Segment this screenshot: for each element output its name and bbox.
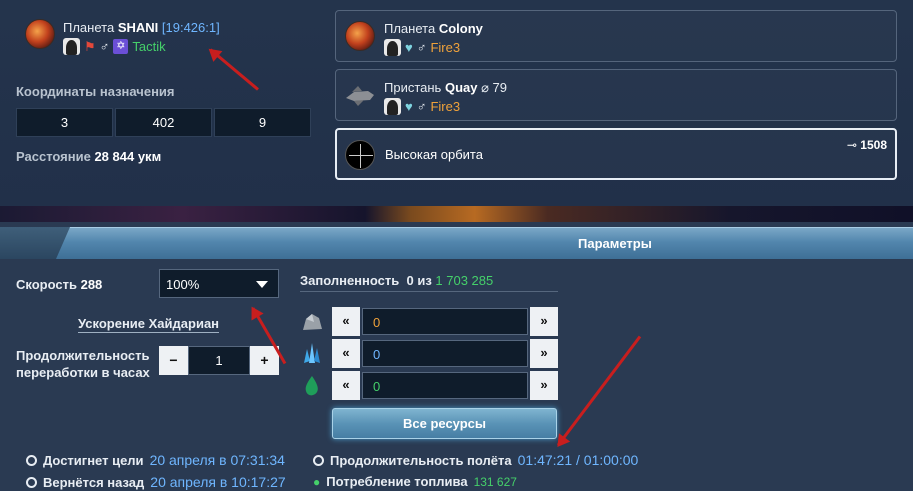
deuterium-max-button[interactable]: » <box>530 371 558 400</box>
crystal-input[interactable]: 0 <box>362 340 528 367</box>
star-icon: ✡ <box>113 39 129 54</box>
chevron-down-icon <box>256 281 268 288</box>
crystal-icon <box>304 343 320 363</box>
params-header-bar <box>0 227 913 259</box>
target-planet-title: Планета Colony <box>384 21 483 36</box>
male-icon: ♂ <box>416 40 427 55</box>
metal-icon <box>303 314 322 330</box>
arrival-label: Достигнет цели <box>43 453 144 468</box>
return-label: Вернётся назад <box>43 475 145 490</box>
clock-icon <box>26 477 37 488</box>
ship-icon <box>346 86 374 106</box>
player-avatar-icon[interactable] <box>63 38 80 55</box>
target-orbit-name: Высокая орбита <box>385 147 483 162</box>
return-row: Вернётся назад 20 апреля в 10:17:27 <box>26 474 286 490</box>
player-avatar-icon <box>384 98 401 115</box>
fuel-drop-icon: ● <box>313 475 321 489</box>
metal-min-button[interactable]: « <box>332 307 360 336</box>
deuterium-min-button[interactable]: « <box>332 371 360 400</box>
player-avatar-icon <box>384 39 401 56</box>
params-title: Параметры <box>578 236 652 251</box>
crystal-min-button[interactable]: « <box>332 339 360 368</box>
flight-duration-label: Продолжительность полёта <box>330 453 512 468</box>
origin-planet-prefix: Планета <box>63 20 115 35</box>
arrival-value: 20 апреля в 07:31:34 <box>149 452 285 468</box>
duration-plus-button[interactable]: + <box>250 346 279 375</box>
origin-player-name[interactable]: Tactik <box>132 39 165 54</box>
fill-row: Заполненность 0 из 1 703 285 <box>300 273 493 288</box>
origin-player-row: ⚑ ♂ ✡ Tactik <box>63 38 166 55</box>
orbit-count-value: 1508 <box>860 138 887 152</box>
speed-select[interactable]: 100% <box>159 269 279 298</box>
fill-current: 0 из <box>406 273 432 288</box>
rank-icon: ⚑ <box>84 39 96 54</box>
speed-select-value: 100% <box>166 277 200 292</box>
crystal-max-button[interactable]: » <box>530 339 558 368</box>
speed-row: Скорость 288 <box>16 277 102 292</box>
origin-planet-title: Планета SHANI [19:426:1] <box>63 20 220 35</box>
target-planet-prefix: Планета <box>384 21 436 36</box>
target-card-high-orbit[interactable]: Высокая орбита ⊸ 1508 <box>335 128 897 180</box>
target-planet-avatar <box>345 21 375 51</box>
target-dock-player-row: ♥ ♂ Fire3 <box>384 98 460 115</box>
target-planet-player-row: ♥ ♂ Fire3 <box>384 39 460 56</box>
metal-max-button[interactable]: » <box>530 307 558 336</box>
distance-label: Расстояние <box>16 149 91 164</box>
duration-label-line2: переработки в часах <box>16 365 150 380</box>
duration-label: Продолжительность переработки в часах <box>16 347 150 381</box>
coord-system-field[interactable]: 402 <box>115 108 212 137</box>
duration-input[interactable]: 1 <box>188 346 250 375</box>
target-planet-player: Fire3 <box>430 40 461 55</box>
deuterium-icon <box>305 376 318 396</box>
distance-row: Расстояние 28 844 укм <box>16 149 161 164</box>
return-value: 20 апреля в 10:17:27 <box>150 474 286 490</box>
target-dock-player: Fire3 <box>430 99 461 114</box>
origin-planet-name[interactable]: SHANI <box>118 20 158 35</box>
distance-value: 28 844 укм <box>94 149 162 164</box>
deuterium-input[interactable]: 0 <box>362 372 528 399</box>
arrival-row: Достигнет цели 20 апреля в 07:31:34 <box>26 452 285 468</box>
target-dock-prefix: Пристань <box>384 80 442 95</box>
duration-minus-button[interactable]: − <box>159 346 188 375</box>
metal-input[interactable]: 0 <box>362 308 528 335</box>
target-planet-name: Colony <box>438 21 483 36</box>
target-card-planet[interactable]: Планета Colony ♥ ♂ Fire3 <box>335 10 897 62</box>
fuel-value: 131 627 <box>473 475 517 489</box>
target-card-dock[interactable]: Пристань Quay ⌀ 79 ♥ ♂ Fire3 <box>335 69 897 121</box>
key-icon: ⊸ <box>846 138 857 152</box>
fill-total: 1 703 285 <box>435 273 494 288</box>
target-dock-name: Quay <box>444 80 478 95</box>
target-dock-size: ⌀ 79 <box>481 80 507 95</box>
fill-label: Заполненность <box>300 273 400 288</box>
orbit-count: ⊸ 1508 <box>847 138 887 152</box>
crosshair-icon <box>345 140 375 170</box>
target-dock-title: Пристань Quay ⌀ 79 <box>384 80 507 96</box>
duration-label-line1: Продолжительность <box>16 348 150 363</box>
flight-duration-value: 01:47:21 / 01:00:00 <box>517 452 639 468</box>
fuel-label: Потребление топлива <box>326 474 468 489</box>
speed-label: Скорость <box>16 277 77 292</box>
target-orbit-title: Высокая орбита <box>385 147 483 162</box>
male-icon: ♂ <box>416 99 427 114</box>
space-banner-strip <box>0 206 913 222</box>
divider <box>300 291 558 292</box>
flight-duration-row: Продолжительность полёта 01:47:21 / 01:0… <box>313 452 638 468</box>
all-resources-button[interactable]: Все ресурсы <box>332 408 557 439</box>
origin-planet-avatar[interactable] <box>25 19 55 49</box>
heart-icon: ♥ <box>405 99 413 114</box>
coord-galaxy-field[interactable]: 3 <box>16 108 113 137</box>
speed-value: 288 <box>80 277 103 292</box>
clock-icon <box>313 455 324 466</box>
heart-icon: ♥ <box>405 40 413 55</box>
male-icon: ♂ <box>99 39 110 54</box>
destination-coords-label: Координаты назначения <box>16 84 175 99</box>
clock-icon <box>26 455 37 466</box>
acceleration-link[interactable]: Ускорение Хайдариан <box>78 316 220 333</box>
fuel-row: ● Потребление топлива 131 627 <box>313 474 517 489</box>
origin-planet-coords[interactable]: [19:426:1] <box>162 20 220 35</box>
coord-position-field[interactable]: 9 <box>214 108 311 137</box>
